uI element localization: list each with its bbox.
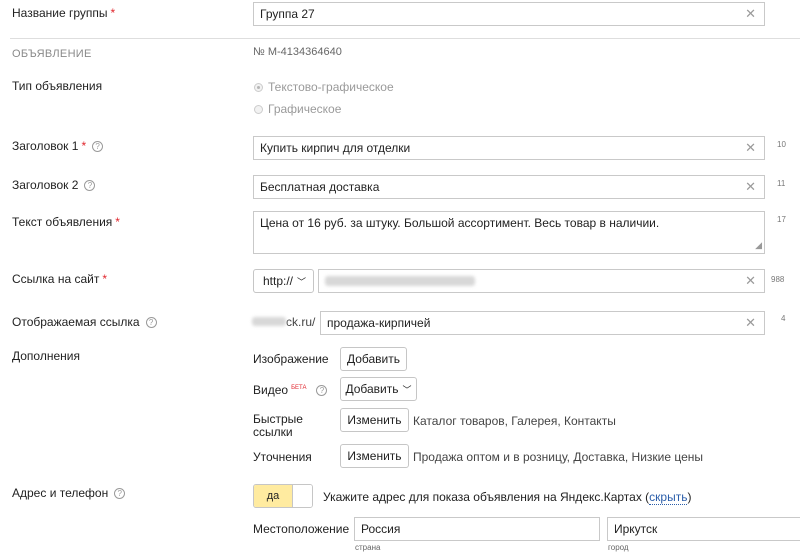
ad-text-textarea[interactable]: Цена от 16 руб. за штуку. Большой ассорт…	[253, 211, 765, 254]
display-link-domain: ck.ru/	[252, 315, 315, 329]
city-hint: город	[608, 543, 629, 552]
add-image-button[interactable]: Добавить	[340, 347, 407, 371]
site-link-input[interactable]: ✕	[318, 269, 765, 293]
required-marker: *	[81, 139, 87, 153]
ad-section-title: ОБЪЯВЛЕНИЕ	[12, 48, 92, 60]
hide-link[interactable]: скрыть	[649, 490, 688, 505]
radio-graphic[interactable]	[254, 105, 263, 114]
clear-icon[interactable]: ✕	[745, 270, 756, 292]
quick-links-value: Каталог товаров, Галерея, Контакты	[413, 414, 616, 428]
title2-input[interactable]: Бесплатная доставка ✕	[253, 175, 765, 199]
title2-label: Заголовок 2?	[12, 178, 96, 192]
help-icon[interactable]: ?	[84, 180, 96, 191]
protocol-select[interactable]: http://﹀	[253, 269, 314, 293]
site-link-counter: 988	[771, 275, 785, 284]
location-label: Местоположение	[253, 522, 350, 536]
resize-handle-icon[interactable]: ◢	[755, 238, 762, 252]
clarifications-value: Продажа оптом и в розницу, Доставка, Низ…	[413, 450, 704, 464]
video-label: Видео БЕТА?	[253, 383, 328, 397]
display-link-input[interactable]: продажа-кирпичей ✕	[320, 311, 765, 335]
toggle-on-label: да	[254, 485, 292, 507]
title1-input[interactable]: Купить кирпич для отделки ✕	[253, 136, 765, 160]
city-input[interactable]: Иркутск	[607, 517, 800, 541]
required-marker: *	[115, 215, 120, 229]
radio-text-graphic[interactable]	[254, 83, 263, 92]
image-label: Изображение	[253, 352, 329, 366]
clear-icon[interactable]: ✕	[745, 3, 756, 25]
clarifications-label: Уточнения	[253, 450, 312, 464]
clear-icon[interactable]: ✕	[745, 137, 756, 159]
clear-icon[interactable]: ✕	[745, 176, 756, 198]
group-name-label: Название группы *	[12, 6, 116, 20]
chevron-down-icon: ﹀	[297, 277, 307, 287]
edit-clarifications-button[interactable]: Изменить	[340, 444, 409, 468]
radio-graphic-label: Графическое	[268, 102, 342, 116]
display-link-counter: 4	[781, 314, 786, 323]
address-description: Укажите адрес для показа объявления на Я…	[323, 490, 692, 505]
ad-number: № М-4134364640	[253, 46, 342, 58]
clear-icon[interactable]: ✕	[745, 312, 756, 334]
help-icon[interactable]: ?	[316, 385, 328, 396]
help-icon[interactable]: ?	[145, 317, 157, 328]
group-name-input[interactable]: Группа 27 ✕	[253, 2, 765, 26]
title1-counter: 10	[777, 140, 786, 149]
toggle-knob	[292, 485, 312, 507]
beta-badge: БЕТА	[291, 385, 307, 391]
required-marker: *	[102, 272, 107, 286]
chevron-down-icon: ﹀	[402, 385, 412, 395]
ad-text-counter: 17	[777, 215, 786, 224]
site-link-label: Ссылка на сайт *	[12, 272, 107, 286]
title2-counter: 11	[777, 179, 786, 188]
display-link-label: Отображаемая ссылка?	[12, 315, 157, 329]
address-toggle[interactable]: да	[253, 484, 313, 508]
section-divider	[10, 38, 800, 39]
blurred-url	[325, 276, 475, 286]
extras-label: Дополнения	[12, 349, 80, 363]
help-icon[interactable]: ?	[114, 488, 126, 499]
required-marker: *	[110, 6, 116, 20]
address-label: Адрес и телефон?	[12, 486, 126, 500]
ad-type-label: Тип объявления	[12, 79, 103, 93]
title1-label: Заголовок 1 *?	[12, 139, 104, 153]
add-video-button[interactable]: Добавить ﹀	[340, 377, 417, 401]
country-hint: страна	[355, 543, 381, 552]
ad-text-label: Текст объявления *	[12, 215, 120, 229]
quick-links-label: Быстрые ссылки	[253, 412, 303, 439]
blurred-domain	[252, 317, 286, 326]
radio-text-graphic-label: Текстово-графическое	[268, 80, 394, 94]
country-input[interactable]: Россия	[354, 517, 600, 541]
edit-quick-links-button[interactable]: Изменить	[340, 408, 409, 432]
help-icon[interactable]: ?	[92, 141, 104, 152]
